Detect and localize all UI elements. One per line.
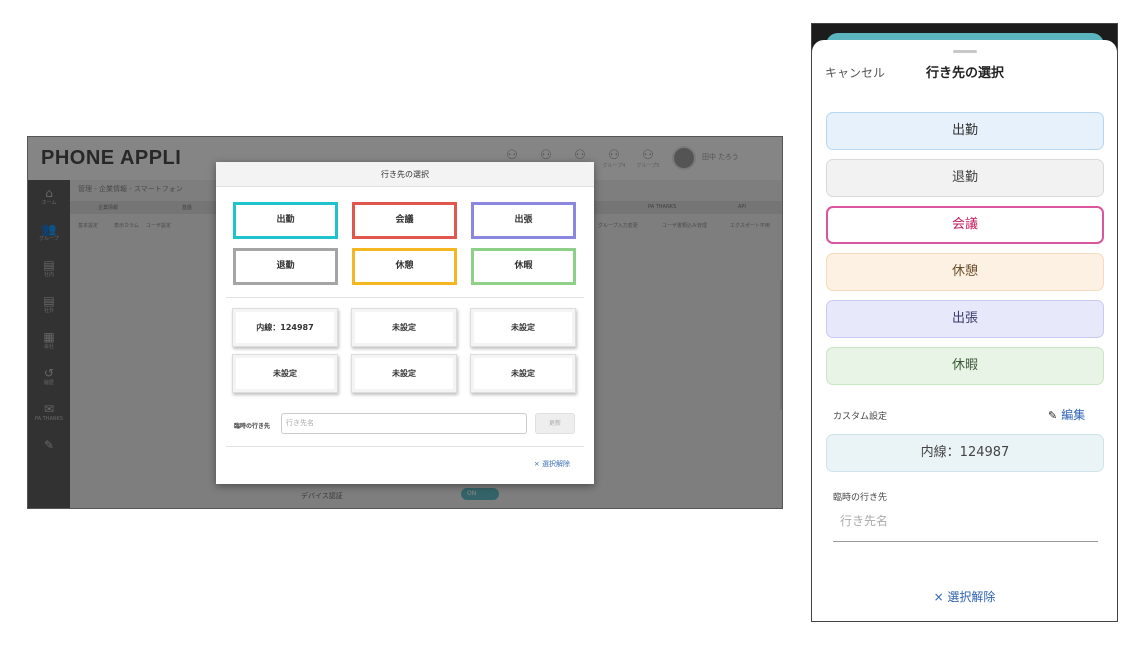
sheet-handle[interactable] <box>953 50 977 53</box>
temp-destination-input[interactable]: 行き先名 <box>281 413 527 434</box>
status-option[interactable]: 休暇 <box>826 347 1104 385</box>
modal-title: 行き先の選択 <box>216 162 594 187</box>
mobile-screenshot: キャンセル 行き先の選択 出勤退勤会議休憩出張休暇 カスタム設定 ✎ 編集 内線：… <box>811 23 1118 622</box>
custom-destination-button[interactable]: 未設定 <box>351 354 457 393</box>
status-button[interactable]: 出勤 <box>233 202 338 239</box>
divider <box>226 297 584 298</box>
edit-label: 編集 <box>1061 408 1086 422</box>
cancel-button[interactable]: キャンセル <box>825 64 885 81</box>
desktop-screenshot: PHONE APPLI ⚇ ⚇ ⚇ ⚇ グループ4 ⚇ グループ5 田中 たろう ⌂ ホーム 👥… <box>27 136 783 509</box>
custom-settings-label: カスタム設定 <box>833 412 888 422</box>
update-button[interactable]: 更新 <box>535 413 575 434</box>
clear-selection-link[interactable]: × 選択解除 <box>534 459 570 469</box>
status-button[interactable]: 会議 <box>352 202 457 239</box>
edit-button[interactable]: ✎ 編集 <box>1048 406 1085 423</box>
custom-destination-button[interactable]: 未設定 <box>232 354 338 393</box>
custom-destination-button[interactable]: 内線：124987 <box>826 434 1104 472</box>
sheet-title: 行き先の選択 <box>926 66 1005 81</box>
custom-destination-button[interactable]: 未設定 <box>351 308 457 347</box>
temp-destination-input[interactable]: 行き先名 <box>833 511 1098 542</box>
custom-destination-button[interactable]: 内線：124987 <box>232 308 338 347</box>
status-option[interactable]: 退勤 <box>826 159 1104 197</box>
divider <box>226 446 584 447</box>
clear-selection-button[interactable]: × 選択解除 <box>812 588 1117 605</box>
temp-destination-label: 臨時の行き先 <box>234 423 271 430</box>
status-option[interactable]: 休憩 <box>826 253 1104 291</box>
pencil-icon: ✎ <box>1048 409 1058 422</box>
status-option[interactable]: 出張 <box>826 300 1104 338</box>
status-button[interactable]: 出張 <box>471 202 576 239</box>
temp-destination-label: 臨時の行き先 <box>833 493 888 503</box>
status-option[interactable]: 会議 <box>826 206 1104 244</box>
status-button[interactable]: 休憩 <box>352 248 457 285</box>
status-button[interactable]: 退勤 <box>233 248 338 285</box>
status-button[interactable]: 休暇 <box>471 248 576 285</box>
custom-destination-button[interactable]: 未設定 <box>470 308 576 347</box>
destination-modal: 行き先の選択 出勤 会議 出張 退勤 休憩 休暇 内線：124987 未設定 未設定 未設定 未設… <box>216 162 594 484</box>
custom-destination-button[interactable]: 未設定 <box>470 354 576 393</box>
destination-sheet: キャンセル 行き先の選択 出勤退勤会議休憩出張休暇 カスタム設定 ✎ 編集 内線：… <box>812 40 1117 621</box>
status-option[interactable]: 出勤 <box>826 112 1104 150</box>
